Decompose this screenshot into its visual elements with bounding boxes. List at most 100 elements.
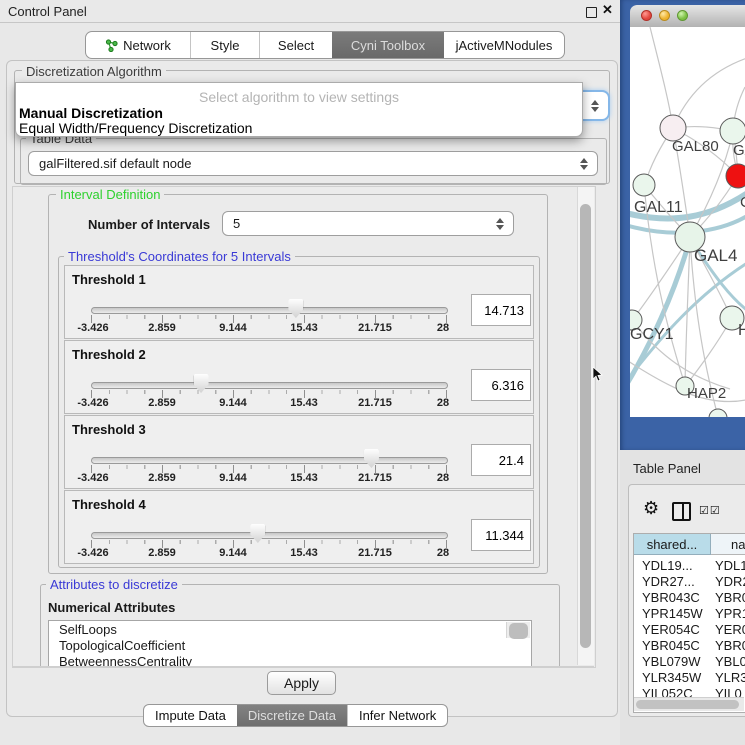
threshold-2-panel: Threshold 2 -3.426 2.859 9.144 15.43 21.… bbox=[64, 340, 534, 414]
table-data-combo[interactable]: galFiltered.sif default node bbox=[28, 151, 598, 176]
dropdown-placeholder-option[interactable]: Select algorithm to view settings bbox=[16, 89, 582, 105]
network-icon bbox=[105, 39, 118, 52]
node-label-top: GA bbox=[733, 142, 745, 159]
list-item[interactable]: SelfLoops bbox=[49, 621, 531, 637]
list-scrollbar[interactable] bbox=[506, 622, 530, 638]
slider-scale-labels: -3.426 2.859 9.144 15.43 21.715 28 bbox=[91, 397, 447, 409]
attributes-group-title: Attributes to discretize bbox=[46, 577, 182, 592]
discretization-algorithm-group-title: Discretization Algorithm bbox=[22, 64, 166, 79]
tab-jactivemnodules-label: jActiveMNodules bbox=[456, 38, 553, 53]
threshold-2-slider[interactable] bbox=[91, 382, 448, 389]
threshold-1-label: Threshold 1 bbox=[72, 272, 146, 287]
network-node-selected-red[interactable] bbox=[726, 164, 745, 188]
node-label-h: H bbox=[738, 322, 745, 339]
zoom-traffic-light-icon[interactable] bbox=[677, 10, 688, 21]
table-row[interactable]: YPR145WYPR1 bbox=[634, 605, 745, 621]
threshold-1-value-input[interactable] bbox=[471, 294, 531, 326]
tab-impute-data[interactable]: Impute Data bbox=[144, 705, 237, 726]
node-table[interactable]: shared... na YDL19...YDL1 YDR27...YDR2 Y… bbox=[633, 533, 745, 713]
interval-definition-group-title: Interval Definition bbox=[56, 187, 164, 202]
threshold-1-slider[interactable] bbox=[91, 307, 448, 314]
tab-infer-network[interactable]: Infer Network bbox=[347, 705, 447, 726]
tab-style[interactable]: Style bbox=[190, 32, 259, 58]
tab-infer-network-label: Infer Network bbox=[359, 708, 436, 723]
list-item[interactable]: TopologicalCoefficient bbox=[49, 637, 531, 653]
tab-network[interactable]: Network bbox=[86, 32, 190, 58]
close-traffic-light-icon[interactable] bbox=[641, 10, 652, 21]
table-panel-title: Table Panel bbox=[633, 461, 701, 476]
number-of-intervals-label: Number of Intervals bbox=[88, 217, 210, 232]
bottom-tabs: Impute Data Discretize Data Infer Networ… bbox=[143, 704, 448, 727]
table-row[interactable]: YDL19...YDL1 bbox=[634, 557, 745, 573]
node-label-gal4: GAL4 bbox=[694, 246, 737, 265]
dropdown-option-equal-width[interactable]: Equal Width/Frequency Discretization bbox=[19, 120, 252, 136]
table-row[interactable]: YLR345WYLR3 bbox=[634, 669, 745, 685]
gear-icon[interactable]: ⚙ bbox=[643, 498, 659, 519]
node-label-gal11: GAL11 bbox=[634, 199, 683, 216]
thresholds-group-title: Threshold's Coordinates for 5 Intervals bbox=[64, 249, 295, 264]
threshold-4-panel: Threshold 4 -3.426 2.859 9.144 15.43 21.… bbox=[64, 490, 534, 564]
table-horizontal-scrollbar-thumb[interactable] bbox=[636, 700, 739, 709]
tab-jactivemnodules[interactable]: jActiveMNodules bbox=[444, 32, 564, 58]
panel-title: Control Panel bbox=[8, 4, 87, 19]
threshold-3-panel: Threshold 3 -3.426 2.859 9.144 15.43 21.… bbox=[64, 415, 534, 489]
column-header-name[interactable]: na bbox=[711, 534, 745, 555]
close-icon[interactable]: ✕ bbox=[602, 2, 613, 18]
network-window-titlebar[interactable] bbox=[630, 5, 745, 28]
list-item[interactable]: BetweennessCentrality bbox=[49, 653, 531, 667]
slider-scale-labels: -3.426 2.859 9.144 15.43 21.715 28 bbox=[91, 547, 447, 559]
apply-button[interactable]: Apply bbox=[267, 671, 336, 695]
tab-cyni-toolbox[interactable]: Cyni Toolbox bbox=[332, 32, 444, 58]
float-window-icon[interactable] bbox=[586, 7, 597, 18]
numerical-attributes-list[interactable]: SelfLoops TopologicalCoefficient Between… bbox=[48, 620, 532, 667]
threshold-1-panel: Threshold 1 -3.426 2.859 9.144 15.43 21.… bbox=[64, 265, 534, 339]
tab-network-label: Network bbox=[123, 38, 171, 53]
column-header-shared[interactable]: shared... bbox=[634, 534, 711, 555]
table-row[interactable]: YDR27...YDR2 bbox=[634, 573, 745, 589]
tab-select[interactable]: Select bbox=[259, 32, 332, 58]
network-edge bbox=[650, 27, 673, 127]
node-label-gal80: GAL80 bbox=[672, 138, 719, 155]
network-node-top[interactable] bbox=[720, 118, 745, 144]
table-row[interactable]: YER054CYER0 bbox=[634, 621, 745, 637]
select-columns-checkboxes-icon[interactable]: ☑☑ bbox=[699, 504, 721, 517]
slider-scale-labels: -3.426 2.859 9.144 15.43 21.715 28 bbox=[91, 322, 447, 334]
network-node-gal11[interactable] bbox=[633, 174, 655, 196]
minimize-traffic-light-icon[interactable] bbox=[659, 10, 670, 21]
tab-impute-data-label: Impute Data bbox=[155, 708, 226, 723]
mouse-cursor bbox=[592, 367, 604, 382]
threshold-3-slider[interactable] bbox=[91, 457, 448, 464]
node-label-gcy1: GCY1 bbox=[630, 326, 674, 343]
table-row[interactable]: YBR043CYBR0 bbox=[634, 589, 745, 605]
tab-discretize-data[interactable]: Discretize Data bbox=[237, 705, 347, 726]
tab-style-label: Style bbox=[211, 38, 240, 53]
table-row[interactable]: YBR045CYBR0 bbox=[634, 637, 745, 653]
combo-stepper-icon bbox=[580, 158, 588, 170]
columns-icon[interactable] bbox=[672, 502, 691, 521]
threshold-2-value-input[interactable] bbox=[471, 369, 531, 401]
dropdown-option-manual-discretization[interactable]: Manual Discretization bbox=[19, 105, 163, 121]
list-scrollbar-thumb[interactable] bbox=[509, 623, 528, 639]
threshold-3-value-input[interactable] bbox=[471, 444, 531, 476]
threshold-4-value-input[interactable] bbox=[471, 519, 531, 551]
number-of-intervals-value: 5 bbox=[233, 216, 240, 231]
viewport-bottom-divider bbox=[13, 666, 594, 667]
algorithm-dropdown-popup: Select algorithm to view settings Manual… bbox=[15, 82, 583, 137]
apply-button-label: Apply bbox=[284, 675, 319, 691]
table-row[interactable]: YBL079WYBL0 bbox=[634, 653, 745, 669]
threshold-2-label: Threshold 2 bbox=[72, 347, 146, 362]
table-horizontal-scrollbar[interactable] bbox=[634, 697, 744, 711]
threshold-4-slider[interactable] bbox=[91, 532, 448, 539]
vertical-scrollbar-thumb[interactable] bbox=[580, 204, 591, 648]
number-of-intervals-combo[interactable]: 5 bbox=[222, 211, 514, 236]
network-node-bottom[interactable] bbox=[709, 409, 727, 417]
node-label-hap2: HAP2 bbox=[687, 385, 726, 402]
table-data-combo-value: galFiltered.sif default node bbox=[39, 156, 191, 171]
control-panel-titlebar: Control Panel ✕ bbox=[0, 0, 620, 23]
tab-select-label: Select bbox=[278, 38, 314, 53]
slider-scale-labels: -3.426 2.859 9.144 15.43 21.715 28 bbox=[91, 472, 447, 484]
combo-stepper-icon bbox=[496, 218, 504, 230]
numerical-attributes-label: Numerical Attributes bbox=[48, 600, 175, 615]
threshold-4-label: Threshold 4 bbox=[72, 497, 146, 512]
network-canvas[interactable]: GAL80 GA C GAL11 GAL4 GCY1 H HAP2 bbox=[630, 27, 745, 417]
